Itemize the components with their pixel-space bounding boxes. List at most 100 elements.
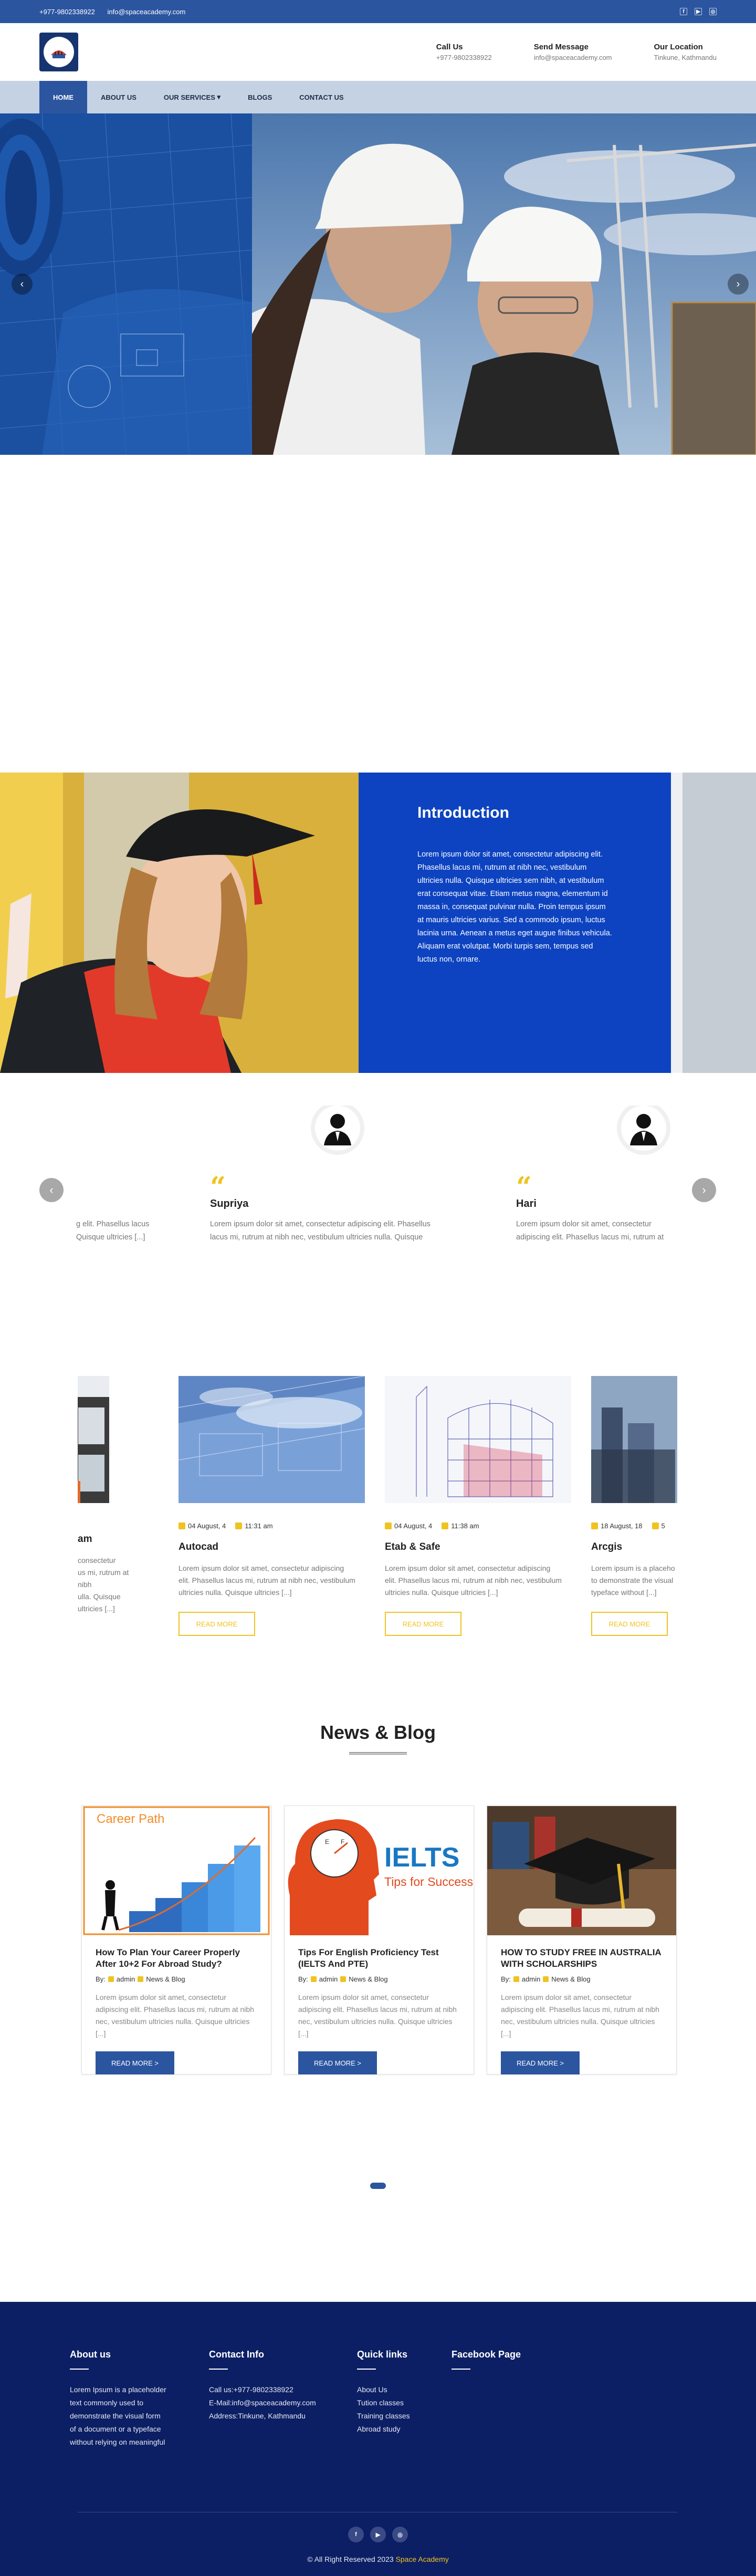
course-date: 04 August, 4	[178, 1522, 226, 1530]
top-email[interactable]: info@spaceacademy.com	[108, 8, 186, 16]
course-time: 11:38 am	[442, 1522, 479, 1530]
read-more-button[interactable]: READ MORE >	[96, 2051, 174, 2074]
read-more-button[interactable]: READ MORE	[591, 1612, 668, 1636]
facebook-icon[interactable]: f	[680, 8, 687, 15]
hero-prev-button[interactable]: ‹	[12, 274, 33, 295]
footer-link-tution[interactable]: Tution classes	[357, 2396, 410, 2410]
news-author[interactable]: admin	[522, 1975, 540, 1983]
calendar-icon	[385, 1522, 392, 1529]
folder-icon	[138, 1976, 144, 1982]
footer-facebook: Facebook Page	[452, 2349, 521, 2383]
call-us-title: Call Us	[436, 43, 463, 51]
footer-contact-email[interactable]: E-Mail:info@spaceacademy.com	[209, 2396, 316, 2410]
main-nav: HOME ABOUT US OUR SERVICES ▾ BLOGS CONTA…	[0, 81, 756, 113]
news-body: Tips For English Proficiency Test (IELTS…	[285, 1935, 474, 2074]
top-phone[interactable]: +977-9802338922	[39, 8, 95, 16]
news-byline: By: admin News & Blog	[501, 1975, 663, 1983]
by-label: By:	[501, 1975, 511, 1983]
top-contacts: +977-9802338922 info@spaceacademy.com	[39, 8, 196, 16]
folder-icon	[340, 1976, 346, 1982]
testimonials-prev-button[interactable]: ‹	[39, 1178, 64, 1202]
header-info: Call Us +977-9802338922 Send Message inf…	[436, 43, 717, 61]
ielts-subcaption: Tips for Success	[384, 1875, 473, 1889]
send-message-value[interactable]: info@spaceacademy.com	[534, 54, 612, 61]
testimonials-next-button[interactable]: ›	[692, 1178, 716, 1202]
news-title[interactable]: How To Plan Your Career Properly After 1…	[96, 1947, 257, 1970]
footer-link-about[interactable]: About Us	[357, 2383, 410, 2396]
user-icon	[108, 1976, 114, 1982]
instagram-icon[interactable]: ◎	[709, 8, 717, 15]
youtube-icon[interactable]: ▶	[370, 2527, 386, 2542]
calendar-icon	[178, 1522, 185, 1529]
footer-social: f ▶ ◎	[0, 2527, 756, 2542]
course-card: 04 August, 4 11:31 am Autocad Lorem ipsu…	[178, 1376, 365, 1636]
nav-services[interactable]: OUR SERVICES ▾	[150, 81, 234, 113]
testimonial-card: “ Supriya Lorem ipsum dolor sit amet, co…	[210, 1106, 504, 1242]
footer-quick-links: Quick links About Us Tution classes Trai…	[357, 2349, 410, 2436]
course-card-partial: am consectetur us mi, rutrum at nibh ull…	[78, 1376, 129, 1615]
course-title: Autocad	[178, 1541, 218, 1552]
course-time: 5	[652, 1522, 665, 1530]
carousel-dot-active[interactable]	[370, 2183, 386, 2189]
news-title[interactable]: HOW TO STUDY FREE IN AUSTRALIA WITH SCHO…	[501, 1947, 663, 1970]
course-meta: 04 August, 4 11:38 am	[385, 1522, 571, 1530]
instagram-icon[interactable]: ◎	[392, 2527, 408, 2542]
nav-home[interactable]: HOME	[39, 81, 87, 113]
footer-link-abroad[interactable]: Abroad study	[357, 2423, 410, 2436]
career-path-caption: Career Path	[97, 1812, 164, 1826]
read-more-button[interactable]: READ MORE >	[298, 2051, 377, 2074]
footer-link-training[interactable]: Training classes	[357, 2410, 410, 2423]
footer-about-line: text commonly used to	[70, 2398, 144, 2407]
news-title[interactable]: Tips For English Proficiency Test (IELTS…	[298, 1947, 460, 1970]
course-text: Lorem ipsum dolor sit amet, consectetur …	[385, 1564, 562, 1597]
copyright-brand[interactable]: Space Academy	[396, 2555, 449, 2563]
svg-text:E: E	[325, 1838, 329, 1845]
call-us-value[interactable]: +977-9802338922	[436, 54, 492, 61]
folder-icon	[543, 1976, 549, 1982]
call-us-block: Call Us +977-9802338922	[436, 43, 492, 61]
site-footer: About us Lorem Ipsum is a placeholder te…	[0, 2302, 756, 2576]
footer-contact-phone[interactable]: Call us:+977-9802338922	[209, 2383, 316, 2396]
read-more-button[interactable]: READ MORE	[178, 1612, 255, 1636]
course-card: 18 August, 18 5 Arcgis Lorem ipsum is a …	[591, 1376, 677, 1636]
youtube-icon[interactable]: ▶	[695, 8, 702, 15]
avatar	[621, 1106, 666, 1151]
news-category[interactable]: News & Blog	[349, 1975, 387, 1983]
course-time-text: 11:38 am	[451, 1522, 479, 1530]
testimonials-track: g elit. Phasellus lacus Quisque ultricie…	[76, 1106, 680, 1242]
chevron-down-icon: ▾	[217, 93, 221, 101]
news-author[interactable]: admin	[319, 1975, 338, 1983]
user-icon	[513, 1976, 519, 1982]
news-category[interactable]: News & Blog	[551, 1975, 590, 1983]
course-date-text: 18 August, 18	[601, 1522, 643, 1530]
news-category[interactable]: News & Blog	[146, 1975, 185, 1983]
news-author[interactable]: admin	[117, 1975, 135, 1983]
quote-open-icon: “	[516, 1171, 532, 1203]
calendar-icon	[591, 1522, 598, 1529]
copyright: © All Right Reserved 2023 Space Academy	[0, 2555, 756, 2563]
footer-divider	[452, 2369, 470, 2370]
read-more-button[interactable]: READ MORE	[385, 1612, 461, 1636]
title-underline	[349, 1752, 407, 1755]
testimonial-text: Lorem ipsum dolor sit amet, consectetur …	[516, 1220, 664, 1242]
nav-about[interactable]: ABOUT US	[87, 81, 150, 113]
ielts-caption: IELTS	[384, 1842, 459, 1873]
hero-next-button[interactable]: ›	[728, 274, 749, 295]
nav-contact[interactable]: CONTACT US	[286, 81, 357, 113]
nav-blogs[interactable]: BLOGS	[234, 81, 286, 113]
news-body: HOW TO STUDY FREE IN AUSTRALIA WITH SCHO…	[487, 1935, 676, 2074]
news-body: How To Plan Your Career Properly After 1…	[82, 1935, 271, 2074]
courses-section: am consectetur us mi, rutrum at nibh ull…	[0, 1343, 756, 1722]
news-image-ielts[interactable]: E F IELTS Tips for Success	[285, 1806, 474, 1935]
read-more-button[interactable]: READ MORE >	[501, 2051, 580, 2074]
footer-contact: Contact Info Call us:+977-9802338922 E-M…	[209, 2349, 316, 2423]
facebook-icon[interactable]: f	[348, 2527, 364, 2542]
by-label: By:	[298, 1975, 308, 1983]
site-logo[interactable]	[39, 33, 78, 71]
news-blog-section: News & Blog Career Path How To Plan Your…	[0, 1722, 756, 2302]
news-image-scholarship[interactable]	[487, 1806, 676, 1935]
clock-icon	[652, 1522, 659, 1529]
by-label: By:	[96, 1975, 106, 1983]
hero-blueprint-image	[0, 113, 252, 455]
news-image-career[interactable]: Career Path	[82, 1806, 271, 1935]
